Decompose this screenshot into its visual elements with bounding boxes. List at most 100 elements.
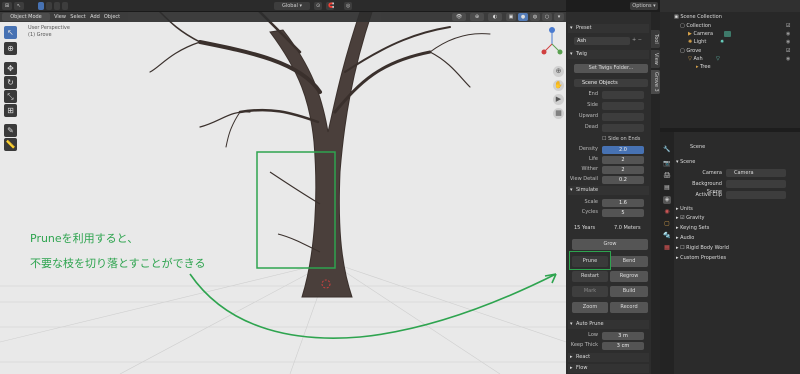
flow-section-header[interactable]: Flow [568, 364, 649, 373]
zoom-button[interactable]: Zoom [572, 302, 608, 313]
menu-object[interactable]: Object [103, 13, 121, 21]
texture-props-icon[interactable]: ▦ [663, 244, 671, 252]
object-props-icon[interactable]: ▢ [663, 220, 671, 228]
outliner-row-camera[interactable]: ▶ Camera ◉ [660, 30, 800, 38]
custom-properties-panel[interactable]: ▸ Custom Properties [676, 254, 726, 262]
outliner-row-tree[interactable]: ▸ Tree [660, 63, 800, 71]
life-field[interactable]: 2 [602, 156, 644, 164]
shading-options-icon[interactable]: ▾ [554, 13, 564, 21]
rigid-body-world-panel[interactable]: ▸ ☐ Rigid Body World [676, 244, 729, 252]
scene-objects-dropdown[interactable]: Scene Objects [574, 79, 648, 87]
tab-tool[interactable]: Tool [651, 30, 660, 48]
options-dropdown[interactable]: Options ▾ [630, 2, 658, 10]
cycles-field[interactable]: 5 [602, 209, 644, 217]
modifier-props-icon[interactable]: 🔩 [663, 232, 671, 240]
scale-tool-icon[interactable]: ⤡ [4, 90, 17, 103]
move-tool-icon[interactable]: ✥ [4, 62, 17, 75]
tool-props-icon[interactable]: 🔧 [663, 146, 671, 154]
overlay-icon[interactable]: ◐ [488, 13, 502, 21]
shading-material-icon[interactable]: ◍ [530, 13, 540, 21]
mark-button[interactable]: Mark [572, 286, 608, 297]
preset-add-remove-icons[interactable]: + − [632, 37, 642, 43]
menu-add[interactable]: Add [88, 13, 102, 21]
react-section-header[interactable]: React [568, 353, 649, 362]
twig-dead-field[interactable] [602, 124, 644, 132]
keep-thick-field[interactable]: 3 cm [602, 342, 644, 350]
proportional-edit-icon[interactable]: ◎ [344, 2, 352, 10]
view-detail-field[interactable]: 0.2 [602, 176, 644, 184]
twig-end-field[interactable] [602, 91, 644, 99]
navigation-gizmo[interactable] [540, 26, 564, 62]
wither-field[interactable]: 2 [602, 166, 644, 174]
cursor-tool-icon[interactable]: ⊕ [4, 42, 17, 55]
select-invert-icon[interactable] [62, 2, 68, 10]
outliner-row-ash[interactable]: ▽ Ash ▽ ◉ [660, 55, 800, 63]
keying-sets-panel[interactable]: ▸ Keying Sets [676, 224, 709, 232]
visibility-eye-icon[interactable]: ◉ [786, 38, 790, 46]
shading-solid-icon[interactable]: ● [518, 13, 528, 21]
snap-icon[interactable]: 🧲 [326, 2, 334, 10]
ortho-toggle-icon[interactable]: ▦ [553, 108, 564, 119]
restart-button[interactable]: Restart [572, 271, 608, 282]
pivot-icon[interactable]: ⊙ [314, 2, 322, 10]
select-subtract-icon[interactable] [54, 2, 60, 10]
build-button[interactable]: Build [610, 286, 648, 297]
gravity-panel[interactable]: ▸ ☑ Gravity [676, 214, 704, 222]
checkbox-icon[interactable]: ☑ [786, 47, 790, 55]
record-button[interactable]: Record [610, 302, 648, 313]
tab-view[interactable]: View [651, 50, 660, 68]
output-props-icon[interactable]: 🖨 [663, 172, 671, 180]
camera-field[interactable]: Camera [726, 169, 786, 177]
world-props-icon[interactable]: ◉ [663, 208, 671, 216]
mode-dropdown[interactable]: Object Mode [2, 13, 50, 21]
active-clip-field[interactable] [726, 191, 786, 199]
tab-grove[interactable]: Grove 3 [651, 70, 660, 94]
rotate-tool-icon[interactable]: ↻ [4, 76, 17, 89]
gizmo-icon[interactable]: ⊕ [470, 13, 484, 21]
grow-button[interactable]: Grow [572, 239, 648, 250]
low-field[interactable]: 3 m [602, 332, 644, 340]
annotate-tool-icon[interactable]: ✎ [4, 124, 17, 137]
checkbox-icon[interactable]: ☑ [786, 22, 790, 30]
background-scene-field[interactable] [726, 180, 786, 188]
outliner-row-light[interactable]: ✺ Light ✸ ◉ [660, 38, 800, 46]
audio-panel[interactable]: ▸ Audio [676, 234, 694, 242]
visibility-eye-icon[interactable]: ◉ [786, 55, 790, 63]
select-extend-icon[interactable] [46, 2, 52, 10]
select-box-icon[interactable] [38, 2, 44, 10]
scale-field[interactable]: 1.6 [602, 199, 644, 207]
density-field[interactable]: 2.0 [602, 146, 644, 154]
menu-view[interactable]: View [52, 13, 68, 21]
simulate-section-header[interactable]: Simulate [568, 186, 649, 195]
editor-type-icon[interactable]: ⊞ [2, 2, 12, 10]
twig-upward-field[interactable] [602, 113, 644, 121]
camera-view-icon[interactable]: ▶ [553, 94, 564, 105]
twig-section-header[interactable]: Twig [568, 50, 649, 59]
transform-orientation-dropdown[interactable]: Global ▾ [274, 2, 310, 10]
preset-section-header[interactable]: Preset [568, 24, 649, 33]
preset-field[interactable]: Ash [574, 37, 630, 45]
outliner-row-grove[interactable]: ▢ Grove ☑ [660, 47, 800, 55]
units-panel[interactable]: ▸ Units [676, 205, 693, 213]
auto-prune-section-header[interactable]: Auto Prune [568, 320, 649, 329]
3d-viewport[interactable]: Pruneを利用すると、 不要な枝を切り落とすことができる Object Mod… [0, 12, 566, 374]
side-on-ends-checkbox[interactable]: ☐ Side on Ends [602, 136, 640, 142]
visibility-icon[interactable]: 👁 [452, 13, 466, 21]
outliner-row-collection[interactable]: ▢ Collection ☑ [660, 22, 800, 30]
select-tool-icon[interactable]: ↖ [4, 26, 17, 39]
regrow-button[interactable]: Regrow [610, 271, 648, 282]
shading-rendered-icon[interactable]: ○ [542, 13, 552, 21]
transform-tool-icon[interactable]: ⊞ [4, 104, 17, 117]
outliner-row-scene-collection[interactable]: ▣ Scene Collection [660, 13, 800, 21]
pointer-icon[interactable]: ↖ [14, 2, 24, 10]
measure-tool-icon[interactable]: 📏 [4, 138, 17, 151]
view-layer-icon[interactable]: ▤ [663, 184, 671, 192]
zoom-icon[interactable]: ⊕ [553, 66, 564, 77]
twig-side-field[interactable] [602, 102, 644, 110]
render-props-icon[interactable]: 📷 [663, 160, 671, 168]
menu-select[interactable]: Select [69, 13, 87, 21]
bend-button[interactable]: Bend [610, 256, 648, 267]
xray-icon[interactable]: ▣ [506, 13, 516, 21]
scene-section-header[interactable]: ▾ Scene [676, 158, 695, 166]
visibility-eye-icon[interactable]: ◉ [786, 30, 790, 38]
